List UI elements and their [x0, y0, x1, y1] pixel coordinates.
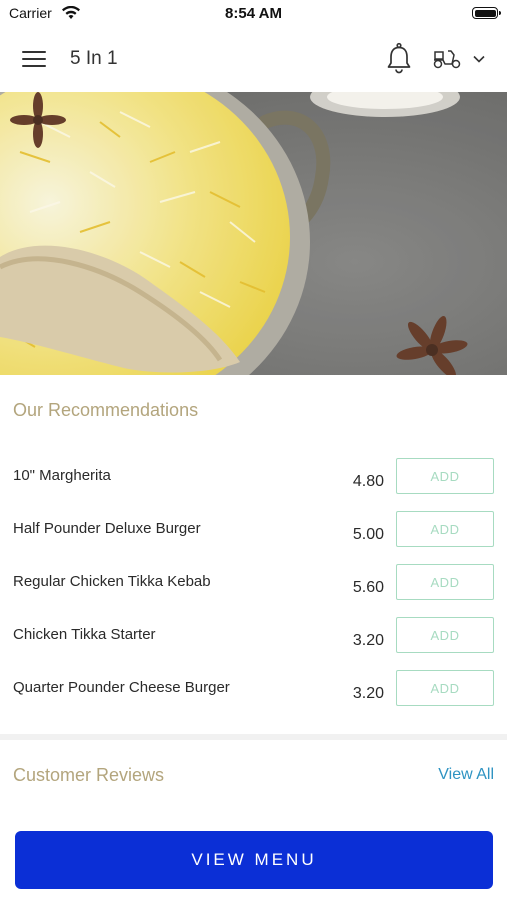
item-name: Regular Chicken Tikka Kebab [13, 573, 211, 590]
section-divider [0, 734, 507, 740]
item-price: 5.60 [352, 579, 384, 596]
scooter-icon[interactable] [432, 48, 462, 70]
bell-icon[interactable] [386, 42, 412, 74]
add-button[interactable]: ADD [396, 670, 494, 706]
view-all-link[interactable]: View All [438, 766, 494, 784]
add-button[interactable]: ADD [396, 617, 494, 653]
battery-icon [472, 7, 501, 19]
hero-image [0, 92, 507, 375]
item-name: Quarter Pounder Cheese Burger [13, 679, 230, 696]
item-price: 3.20 [352, 685, 384, 702]
add-button[interactable]: ADD [396, 564, 494, 600]
item-name: Half Pounder Deluxe Burger [13, 520, 201, 537]
item-price: 5.00 [352, 526, 384, 543]
item-name: 10" Margherita [13, 467, 111, 484]
chevron-down-icon[interactable] [472, 54, 486, 64]
item-price: 4.80 [352, 473, 384, 490]
item-name: Chicken Tikka Starter [13, 626, 156, 643]
status-time: 8:54 AM [225, 5, 282, 22]
app-header: 5 In 1 [0, 28, 507, 92]
recommendations-title: Our Recommendations [13, 400, 199, 420]
reviews-title: Customer Reviews [13, 765, 165, 785]
add-button[interactable]: ADD [396, 511, 494, 547]
view-menu-button[interactable]: VIEW MENU [15, 831, 493, 889]
add-button[interactable]: ADD [396, 458, 494, 494]
status-bar: Carrier 8:54 AM [0, 0, 507, 28]
item-price: 3.20 [352, 632, 384, 649]
page-title: 5 In 1 [70, 48, 118, 69]
recommendation-item: Quarter Pounder Cheese Burger 3.20 ADD [0, 670, 507, 732]
biryani-dish-photo [0, 92, 507, 375]
hamburger-menu-icon[interactable] [22, 49, 48, 69]
